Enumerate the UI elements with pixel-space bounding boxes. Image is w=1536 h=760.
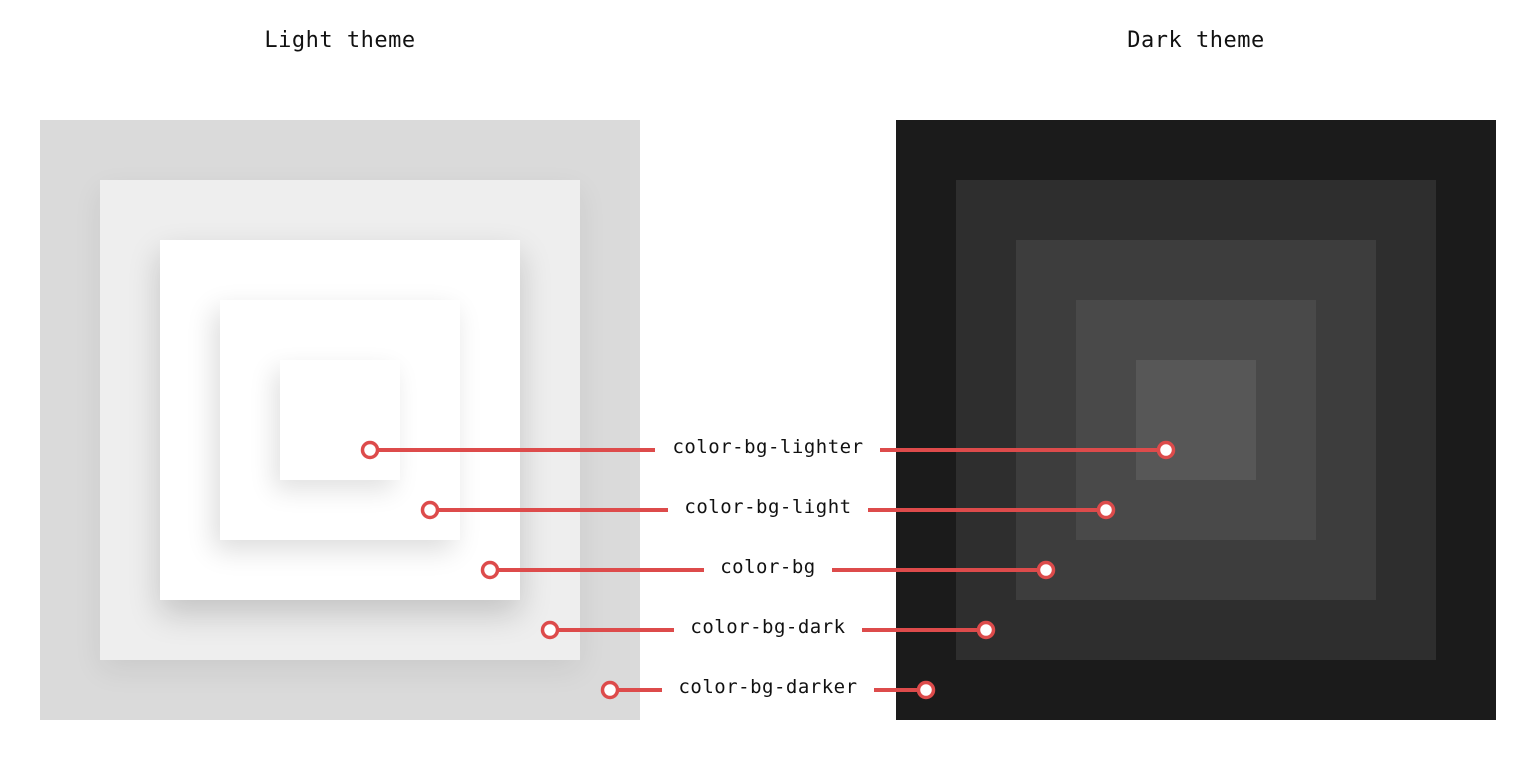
light-color-bg-light-square (220, 300, 460, 540)
light-theme-panel (40, 120, 640, 720)
light-theme-title: Light theme (264, 28, 416, 53)
dark-color-bg-light-square (1076, 300, 1316, 540)
dark-theme-panel (896, 120, 1496, 720)
label-color-bg-lighter: color-bg-lighter (672, 436, 864, 458)
light-color-bg-darker-square (40, 120, 640, 720)
light-color-bg-lighter-square (280, 360, 400, 480)
label-color-bg-dark: color-bg-dark (690, 616, 846, 638)
label-color-bg-light: color-bg-light (684, 496, 852, 518)
light-color-bg-square (160, 240, 520, 600)
dark-color-bg-darker-square (896, 120, 1496, 720)
label-color-bg: color-bg (720, 556, 816, 578)
dark-color-bg-lighter-square (1136, 360, 1256, 480)
dark-theme-title: Dark theme (1127, 28, 1265, 53)
light-color-bg-dark-square (100, 180, 580, 660)
dark-color-bg-dark-square (956, 180, 1436, 660)
label-color-bg-darker: color-bg-darker (678, 676, 858, 698)
dark-color-bg-square (1016, 240, 1376, 600)
